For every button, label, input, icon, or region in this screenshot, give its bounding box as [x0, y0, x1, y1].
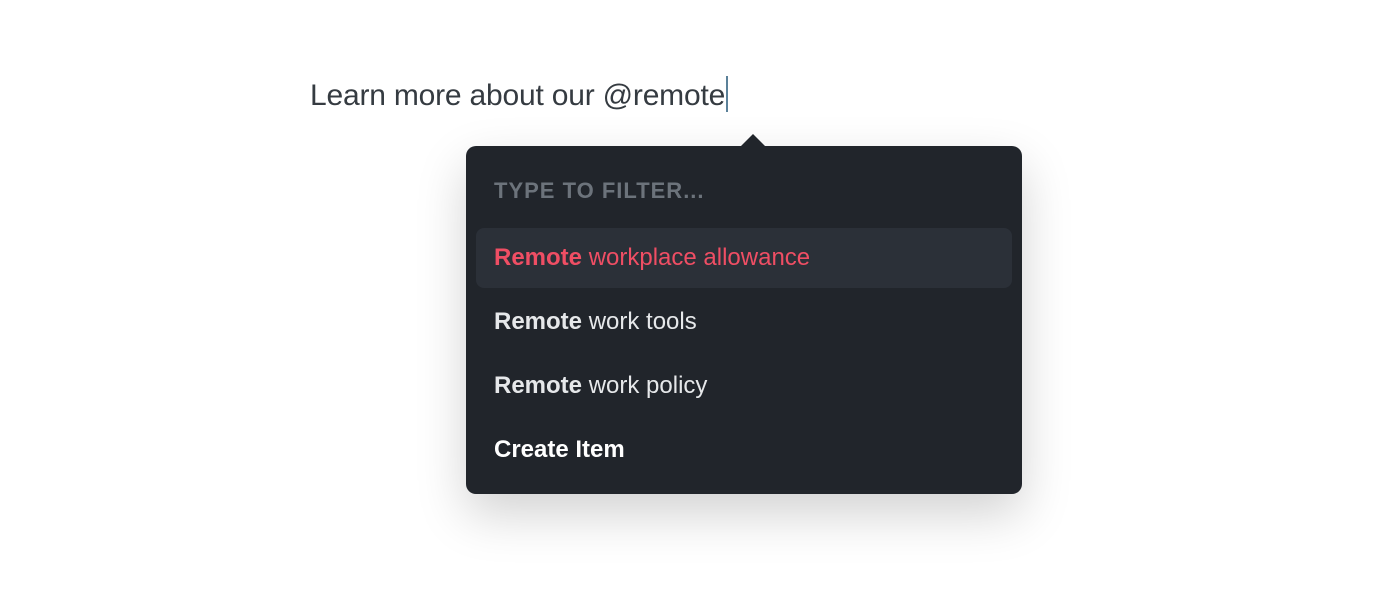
filter-label: TYPE TO FILTER... [476, 156, 1012, 224]
create-item-button[interactable]: Create Item [476, 420, 1012, 472]
composer-text: Learn more about our @remote [310, 79, 725, 113]
mention-popover: TYPE TO FILTER... Remote workplace allow… [466, 146, 1022, 494]
suggestion-rest: work policy [582, 372, 707, 399]
suggestion-item[interactable]: Remote work policy [476, 356, 1012, 416]
suggestion-item[interactable]: Remote work tools [476, 292, 1012, 352]
suggestion-item[interactable]: Remote workplace allowance [476, 228, 1012, 288]
suggestion-match: Remote [494, 244, 582, 271]
suggestion-match: Remote [494, 372, 582, 399]
suggestion-match: Remote [494, 308, 582, 335]
suggestion-rest: work tools [582, 308, 697, 335]
composer-input[interactable]: Learn more about our @remote [310, 78, 728, 114]
text-caret [726, 76, 728, 112]
suggestion-rest: workplace allowance [582, 244, 810, 271]
